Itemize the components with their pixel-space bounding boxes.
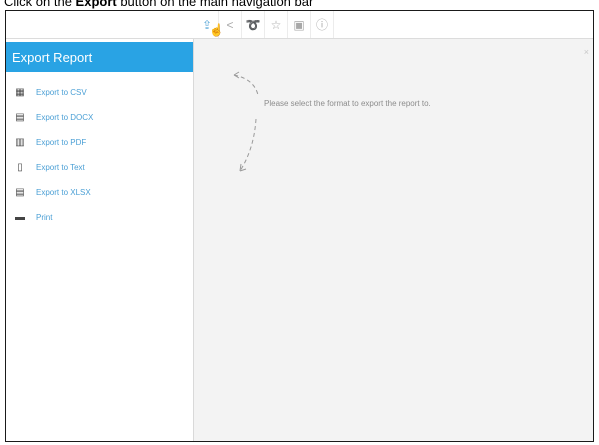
export-button[interactable]: ⇪ ☝: [196, 11, 224, 38]
star-icon: ☆: [270, 17, 282, 32]
dashed-arrows-icon: [233, 71, 259, 172]
instruction-suffix: button on the main navigation bar: [116, 0, 314, 9]
export-hint-text: Please select the format to export the r…: [264, 99, 431, 108]
print-item[interactable]: ▬ Print: [6, 205, 193, 230]
bookmark-icon: ▣: [293, 17, 305, 32]
menu-item-label: Export to PDF: [36, 138, 87, 147]
main-navigation-bar: ⇪ ☝ < ➰ ☆ ▣ ⓘ: [6, 11, 593, 39]
text-file-icon: ▯: [17, 162, 23, 173]
menu-item-label: Export to CSV: [36, 88, 87, 97]
menu-item-label: Export to DOCX: [36, 113, 94, 122]
export-xlsx-item[interactable]: ▤ Export to XLSX: [6, 180, 193, 205]
pdf-icon: ▥: [15, 137, 25, 148]
print-icon: ▬: [15, 212, 25, 223]
share-icon: <: [226, 17, 234, 32]
instruction-text: Click on the Export button on the main n…: [4, 0, 313, 10]
export-text-item[interactable]: ▯ Export to Text: [6, 155, 193, 180]
sidebar-title: Export Report: [6, 42, 193, 72]
menu-item-label: Export to Text: [36, 163, 85, 172]
menu-item-label: Export to XLSX: [36, 188, 91, 197]
menu-item-label: Print: [36, 213, 53, 222]
share-button[interactable]: <: [219, 11, 242, 38]
info-button[interactable]: ⓘ: [311, 11, 334, 38]
favorite-button[interactable]: ☆: [265, 11, 288, 38]
bookmark-button[interactable]: ▣: [288, 11, 311, 38]
xlsx-icon: ▤: [15, 187, 25, 198]
export-menu: ▦ Export to CSV ▤ Export to DOCX ▥ Expor…: [6, 80, 193, 230]
instruction-bold: Export: [75, 0, 117, 9]
export-csv-item[interactable]: ▦ Export to CSV: [6, 80, 193, 105]
close-icon[interactable]: ×: [584, 47, 589, 57]
toolbar: ⇪ ☝ < ➰ ☆ ▣ ⓘ: [196, 11, 334, 38]
export-sidebar: Export Report ▦ Export to CSV ▤ Export t…: [6, 39, 194, 441]
info-icon: ⓘ: [315, 18, 328, 32]
docx-icon: ▤: [15, 112, 25, 123]
csv-icon: ▦: [15, 87, 25, 98]
export-pdf-item[interactable]: ▥ Export to PDF: [6, 130, 193, 155]
instruction-prefix: Click on the: [4, 0, 76, 9]
rss-button[interactable]: ➰: [242, 11, 265, 38]
rss-icon: ➰: [245, 17, 261, 32]
export-docx-item[interactable]: ▤ Export to DOCX: [6, 105, 193, 130]
app-window: ⇪ ☝ < ➰ ☆ ▣ ⓘ Export Report ▦ Export to …: [5, 10, 594, 442]
